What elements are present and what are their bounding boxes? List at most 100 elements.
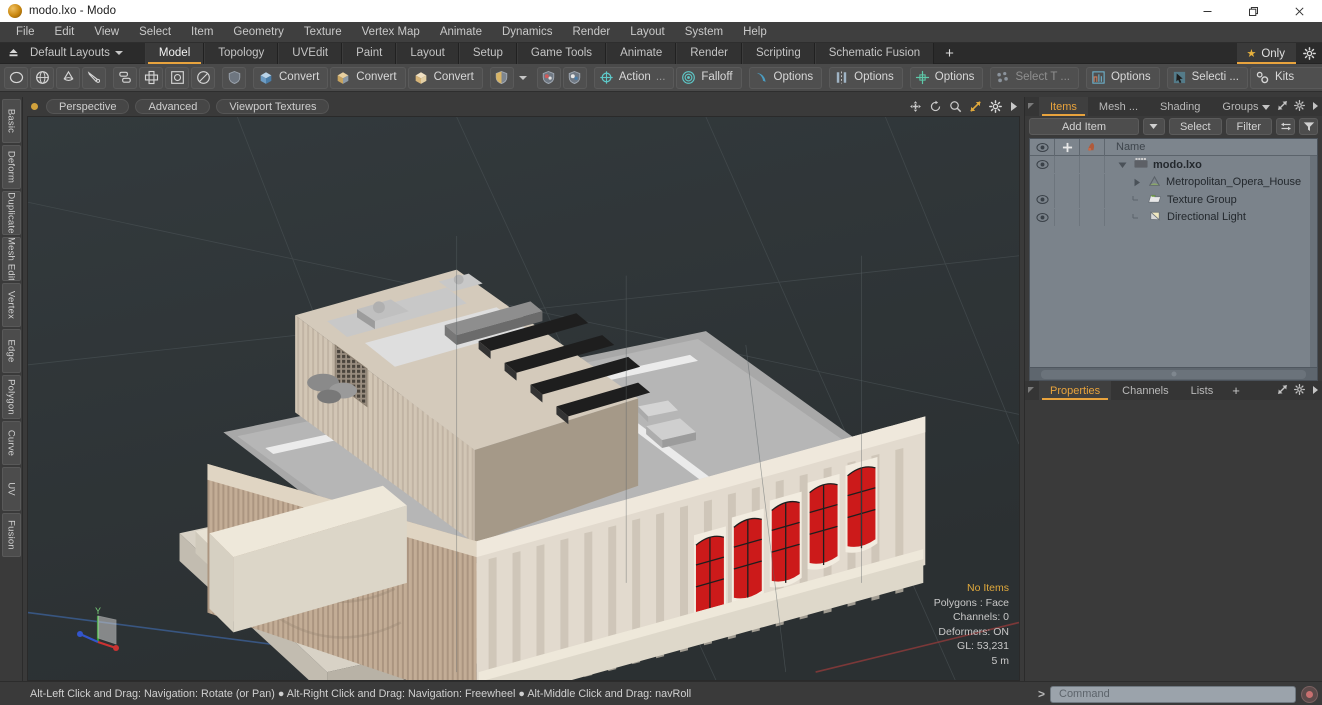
row-material-cell[interactable] [1080,208,1105,226]
menu-geometry[interactable]: Geometry [223,22,294,43]
convert-blue-button[interactable]: Convert [253,66,329,89]
shield-red-icon[interactable] [536,66,561,89]
row-visibility-toggle[interactable] [1030,191,1055,209]
twisty-collapsed-icon[interactable] [1130,178,1143,187]
table-row[interactable]: modo.lxo [1030,156,1317,174]
rail-tab-edge[interactable]: Edge [1,329,21,373]
record-icon[interactable] [1301,685,1318,703]
rail-tab-uv[interactable]: UV [1,467,21,511]
globe-icon[interactable] [30,66,54,89]
sphere-wire-icon[interactable] [191,66,215,89]
layout-tab-topology[interactable]: Topology [204,42,279,64]
fit-icon[interactable] [969,100,982,113]
gear-icon[interactable] [1294,382,1305,400]
viewport-textures-chip[interactable]: Viewport Textures [216,99,330,114]
menu-vertex-map[interactable]: Vertex Map [352,22,430,43]
rail-tab-polygon[interactable]: Polygon [1,375,21,419]
rail-tab-vertex[interactable]: Vertex [1,283,21,327]
kits-button[interactable]: Kits [1249,66,1322,89]
panel-corner-icon[interactable] [1025,102,1039,111]
row-name-cell[interactable]: Directional Light [1105,210,1317,225]
rail-tab-curve[interactable]: Curve [1,421,21,465]
gear-icon[interactable] [989,100,1002,113]
menu-system[interactable]: System [675,22,733,43]
rail-tab-deform[interactable]: Deform [1,145,21,189]
gear-icon[interactable] [1296,43,1322,64]
row-lock-cell[interactable] [1055,208,1080,226]
array-icon[interactable] [139,66,163,89]
expand-icon[interactable] [1277,98,1288,116]
tab-mesh[interactable]: Mesh ... [1088,97,1149,116]
convert-tan-button[interactable]: Convert [407,66,483,89]
menu-item[interactable]: Item [181,22,223,43]
expand-icon[interactable] [1277,382,1288,400]
row-material-cell[interactable] [1080,156,1105,174]
menu-dynamics[interactable]: Dynamics [492,22,562,43]
add-item-button[interactable]: Add Item [1029,118,1139,135]
command-input[interactable] [1050,685,1296,703]
layout-tab-paint[interactable]: Paint [342,42,397,64]
tab-shading[interactable]: Shading [1149,97,1211,116]
circle-icon[interactable] [4,66,28,89]
add-layout-tab-button[interactable]: + [934,43,965,64]
row-lock-cell[interactable] [1055,191,1080,209]
falloff-button[interactable]: Falloff [676,66,742,89]
symmetry-options-button[interactable]: Options [829,66,903,89]
snap-options-button[interactable]: Options [748,66,823,89]
layout-tab-setup[interactable]: Setup [458,42,517,64]
table-row[interactable]: Texture Group [1030,191,1317,209]
scrollbar-thumb[interactable] [1041,369,1306,379]
action-center-button[interactable]: Action ... [593,66,675,89]
panel-corner-icon[interactable] [1025,386,1039,395]
menu-animate[interactable]: Animate [430,22,492,43]
rail-tab-duplicate[interactable]: Duplicate [1,191,21,235]
items-list[interactable]: Name modo.lxo Metropolitan_Opera_House T… [1029,138,1318,381]
menu-layout[interactable]: Layout [620,22,675,43]
viewport-view-chip[interactable]: Perspective [46,99,130,114]
menu-edit[interactable]: Edit [45,22,85,43]
maximize-restore-button[interactable] [1230,0,1276,22]
menu-texture[interactable]: Texture [294,22,352,43]
viewport-shading-chip[interactable]: Advanced [135,99,211,114]
add-item-dropdown-button[interactable] [1142,118,1165,135]
menu-file[interactable]: File [6,22,45,43]
workplane-options-button[interactable]: Options [909,66,984,89]
row-lock-cell[interactable] [1055,173,1080,191]
tab-lists[interactable]: Lists [1180,381,1225,400]
layout-selector[interactable]: Default Layouts [26,43,129,64]
items-list-vertical-scrollbar[interactable] [1310,156,1317,367]
viewport-state-dot[interactable] [31,103,38,110]
minimize-button[interactable] [1184,0,1230,22]
brush-icon[interactable] [82,66,106,89]
selection-button[interactable]: Selecti ... [1166,66,1248,89]
layout-tab-schematic-fusion[interactable]: Schematic Fusion [814,42,935,64]
menu-render[interactable]: Render [562,22,620,43]
chevron-right-icon[interactable] [1311,382,1319,400]
only-toggle[interactable]: ★ Only [1237,43,1296,64]
chevron-right-icon[interactable] [1009,101,1018,112]
row-material-cell[interactable] [1080,173,1105,191]
chevron-down-icon[interactable] [1261,98,1271,116]
row-name-cell[interactable]: modo.lxo [1105,157,1317,172]
gear-icon[interactable] [1294,98,1305,116]
layout-tab-scripting[interactable]: Scripting [741,42,815,64]
tab-items[interactable]: Items [1039,97,1088,116]
items-list-horizontal-scrollbar[interactable] [1030,367,1317,380]
add-properties-tab-button[interactable]: + [1224,381,1248,400]
twisty-expanded-icon[interactable] [1116,161,1129,169]
rotate-icon[interactable] [929,100,942,113]
layout-tab-game-tools[interactable]: Game Tools [516,42,607,64]
menu-select[interactable]: Select [129,22,181,43]
viewport-3d[interactable]: Y No Items Polygons : Face Channels: 0 D… [27,116,1020,681]
rail-tab-fusion[interactable]: Fusion [1,513,21,557]
row-name-cell[interactable]: Texture Group [1105,192,1317,207]
menu-help[interactable]: Help [733,22,777,43]
rail-tab-mesh-edit[interactable]: Mesh Edit [1,237,21,281]
grid-options-button[interactable]: Options [1085,66,1160,89]
rail-tab-basic[interactable]: Basic [1,99,21,143]
shield-dropdown-arrow[interactable] [515,67,531,89]
close-button[interactable] [1276,0,1322,22]
tab-channels[interactable]: Channels [1111,381,1179,400]
row-name-cell[interactable]: Metropolitan_Opera_House [1105,175,1317,190]
swap-icon[interactable] [1276,118,1295,135]
